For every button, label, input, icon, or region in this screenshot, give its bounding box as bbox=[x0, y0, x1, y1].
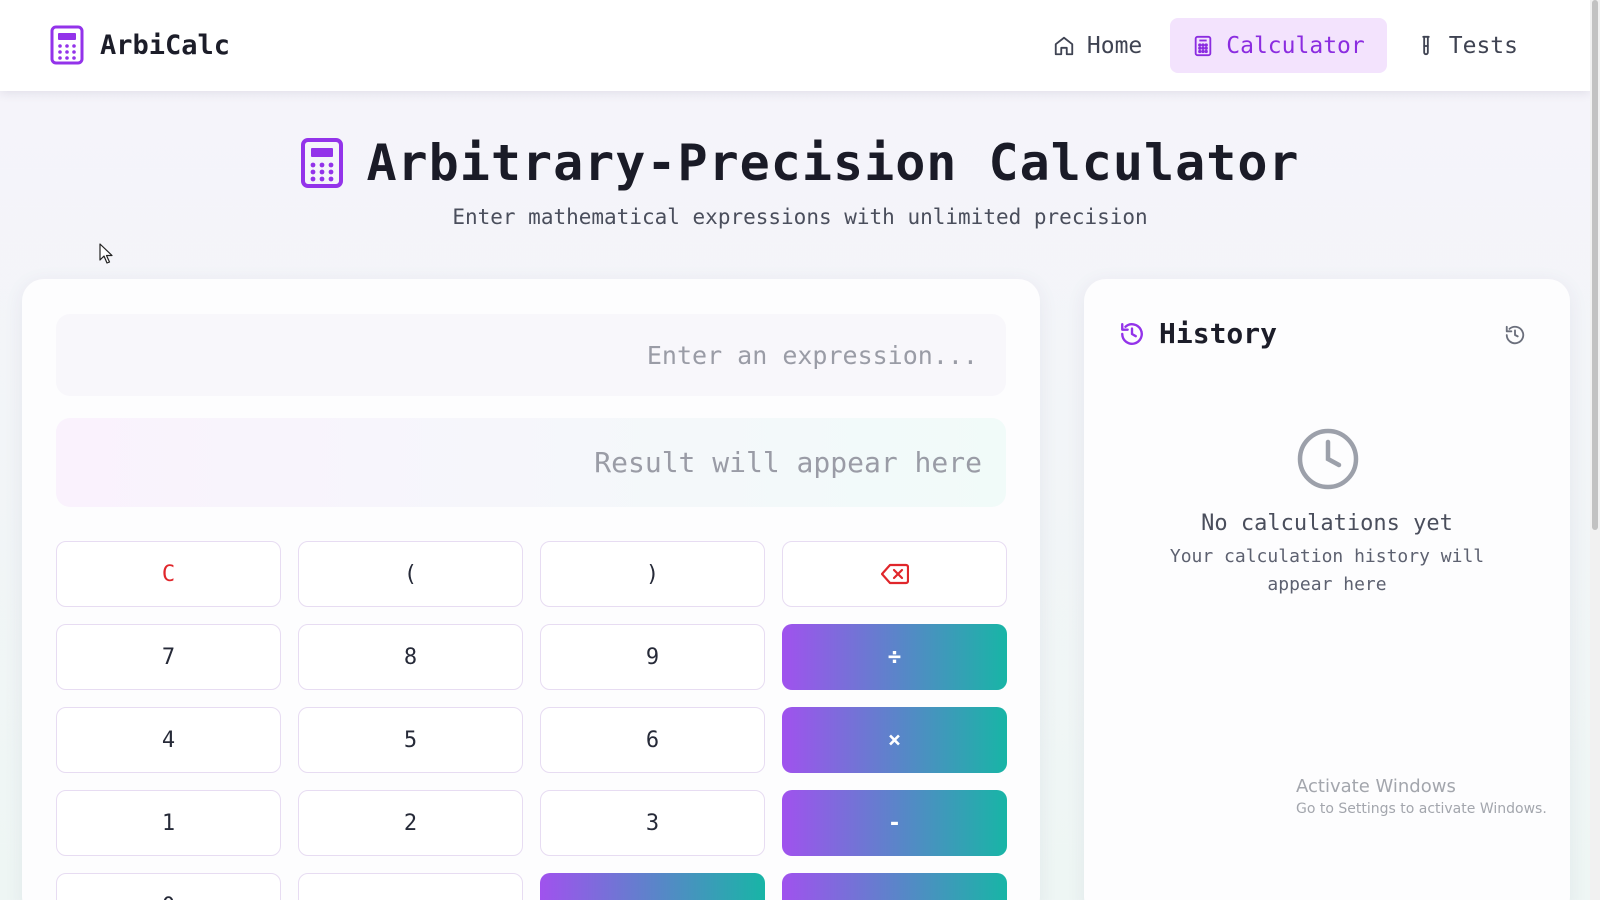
digit-3-button[interactable]: 3 bbox=[540, 790, 765, 856]
open-paren-button[interactable]: ( bbox=[298, 541, 523, 607]
clock-icon bbox=[1297, 428, 1359, 490]
digit-0-button[interactable]: 0 bbox=[56, 873, 281, 900]
digit-9-button[interactable]: 9 bbox=[540, 624, 765, 690]
result-display: Result will appear here bbox=[56, 418, 1006, 507]
history-header: History bbox=[1119, 317, 1277, 350]
backspace-button[interactable] bbox=[782, 541, 1007, 607]
subtract-button[interactable]: - bbox=[782, 790, 1007, 856]
page-scrollbar[interactable] bbox=[1590, 0, 1600, 900]
digit-5-button[interactable]: 5 bbox=[298, 707, 523, 773]
close-paren-button[interactable]: ) bbox=[540, 541, 765, 607]
calculator-icon bbox=[301, 138, 344, 188]
brand[interactable]: ArbiCalc bbox=[50, 25, 230, 65]
calculator-icon bbox=[50, 25, 84, 65]
calculator-icon bbox=[1195, 35, 1212, 56]
history-icon bbox=[1121, 322, 1143, 345]
windows-activation-watermark: Activate Windows Go to Settings to activ… bbox=[1296, 776, 1547, 817]
equals-button[interactable]: = bbox=[782, 873, 1007, 900]
nav-tests[interactable]: Tests bbox=[1393, 18, 1540, 73]
page-header: Arbitrary-Precision Calculator bbox=[0, 134, 1600, 192]
mouse-cursor-icon bbox=[99, 243, 113, 264]
history-title: History bbox=[1159, 317, 1278, 350]
brand-name: ArbiCalc bbox=[100, 29, 231, 61]
scrollbar-thumb[interactable] bbox=[1592, 0, 1598, 530]
add-button[interactable]: + bbox=[540, 873, 765, 900]
nav-calculator-label: Calculator bbox=[1226, 32, 1365, 59]
history-refresh-icon[interactable] bbox=[1504, 324, 1526, 346]
watermark-line-1: Activate Windows bbox=[1296, 776, 1456, 797]
decimal-button[interactable]: . bbox=[298, 873, 523, 900]
page-subtitle: Enter mathematical expressions with unli… bbox=[452, 205, 1148, 229]
nav-home[interactable]: Home bbox=[1031, 18, 1164, 73]
top-navbar: ArbiCalc Home Calculator Tests bbox=[0, 0, 1590, 91]
watermark-line-2: Go to Settings to activate Windows. bbox=[1296, 801, 1547, 817]
page-title: Arbitrary-Precision Calculator bbox=[366, 134, 1300, 192]
history-empty-text: Your calculation history will appear her… bbox=[1169, 546, 1485, 595]
multiply-button[interactable]: × bbox=[782, 707, 1007, 773]
divide-button[interactable]: ÷ bbox=[782, 624, 1007, 690]
test-tube-icon bbox=[1422, 35, 1430, 55]
nav-calculator[interactable]: Calculator bbox=[1170, 18, 1387, 73]
keypad: C ( ) 7 8 9 ÷ 4 5 6 × 1 2 3 - 0 . + = bbox=[56, 541, 1007, 900]
digit-7-button[interactable]: 7 bbox=[56, 624, 281, 690]
digit-4-button[interactable]: 4 bbox=[56, 707, 281, 773]
digit-8-button[interactable]: 8 bbox=[298, 624, 523, 690]
digit-6-button[interactable]: 6 bbox=[540, 707, 765, 773]
nav-tests-label: Tests bbox=[1448, 32, 1518, 59]
result-placeholder: Result will appear here bbox=[594, 446, 982, 479]
clear-button[interactable]: C bbox=[56, 541, 281, 607]
main-nav: Home Calculator Tests bbox=[1025, 18, 1540, 73]
history-empty-title: No calculations yet bbox=[1201, 511, 1453, 536]
digit-2-button[interactable]: 2 bbox=[298, 790, 523, 856]
home-icon bbox=[1054, 36, 1074, 55]
expression-input[interactable] bbox=[56, 314, 1006, 396]
nav-home-label: Home bbox=[1086, 32, 1143, 59]
digit-1-button[interactable]: 1 bbox=[56, 790, 281, 856]
backspace-icon bbox=[880, 563, 909, 585]
calculator-card: Result will appear here C ( ) 7 8 9 ÷ 4 … bbox=[22, 279, 1040, 900]
